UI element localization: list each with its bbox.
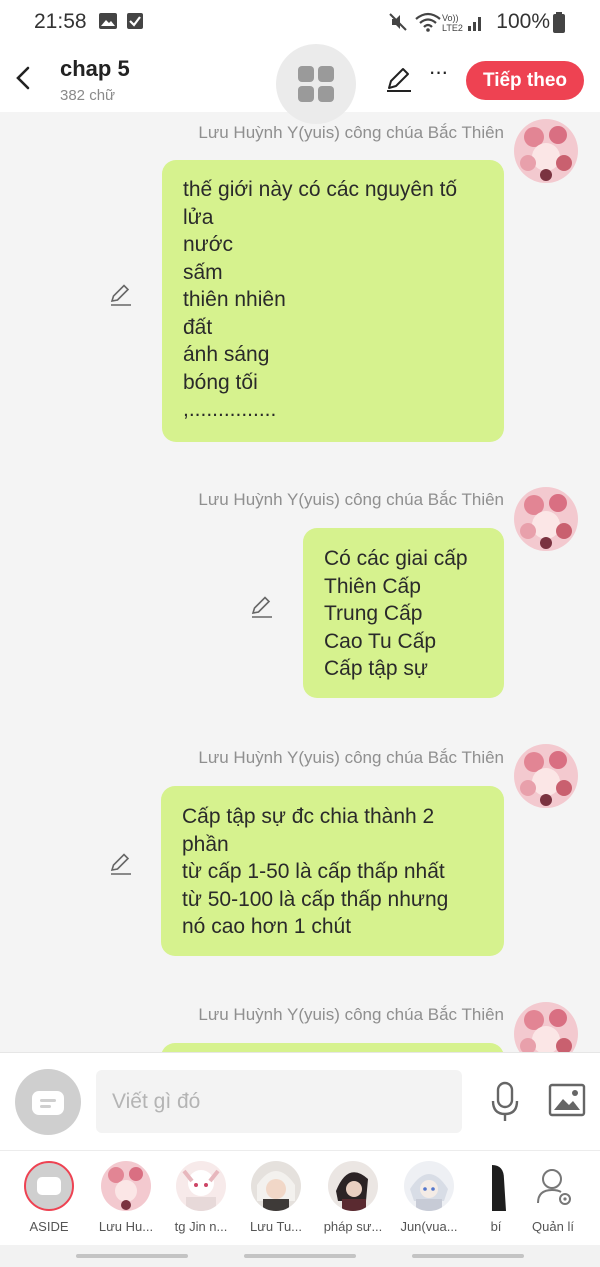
character-label: Quản lí — [532, 1219, 574, 1234]
avatar — [101, 1161, 151, 1211]
edit-icon[interactable] — [384, 64, 414, 94]
grid-icon-square — [318, 86, 334, 102]
avatar — [328, 1161, 378, 1211]
message-bubble — [161, 1043, 504, 1052]
avatar — [176, 1161, 226, 1211]
grid-icon-square — [318, 66, 334, 82]
avatar — [478, 1161, 514, 1211]
battery-icon — [553, 12, 565, 33]
character-label: ASIDE — [29, 1219, 69, 1234]
character-label: bí — [490, 1219, 502, 1234]
character-avatar-image — [514, 744, 578, 808]
grid-icon — [298, 66, 314, 82]
edit-message-icon[interactable] — [249, 593, 275, 619]
avatar[interactable] — [514, 119, 578, 183]
character-item-aside[interactable]: ASIDE — [16, 1161, 82, 1234]
avatar — [404, 1161, 454, 1211]
chapter-title: chap 5 — [60, 56, 130, 81]
avatar[interactable] — [514, 487, 578, 551]
character-item[interactable]: pháp sư... — [320, 1161, 386, 1234]
back-icon[interactable] — [8, 60, 40, 96]
message-author: Lưu Huỳnh Y(yuis) công chúa Bắc Thiên — [198, 490, 504, 509]
wifi-icon — [415, 12, 441, 32]
character-selector: ASIDE Lưu Hu... tg Jin n... Lưu Tu... ph… — [0, 1150, 600, 1245]
grid-icon-square — [298, 86, 314, 102]
microphone-icon[interactable] — [488, 1081, 522, 1123]
avatar[interactable] — [514, 744, 578, 808]
chat-area[interactable]: Lưu Huỳnh Y(yuis) công chúa Bắc Thiên th… — [0, 112, 600, 1052]
svg-text:LTE2: LTE2 — [442, 23, 463, 32]
character-label: Jun(vua... — [400, 1219, 458, 1234]
character-label: Lưu Hu... — [98, 1219, 154, 1234]
character-avatar-image — [514, 487, 578, 551]
image-upload-icon[interactable] — [548, 1083, 586, 1117]
nav-home[interactable] — [244, 1254, 356, 1258]
gallery-notification-icon — [99, 13, 117, 29]
nav-recents[interactable] — [76, 1254, 188, 1258]
message-bubble: Cấp tập sự đc chia thành 2 phần từ cấp 1… — [161, 786, 504, 956]
svg-text:Vo)): Vo)) — [442, 13, 459, 23]
character-avatar-image — [514, 119, 578, 183]
manage-characters-button[interactable]: Quản lí — [520, 1161, 586, 1234]
nav-back[interactable] — [412, 1254, 524, 1258]
more-options-icon[interactable]: ··· — [424, 61, 452, 92]
character-item[interactable]: Lưu Hu... — [93, 1161, 159, 1234]
message-bubble: Có các giai cấp Thiên Cấp Trung Cấp Cao … — [303, 528, 504, 698]
message-bubble: thế giới này có các nguyên tố lửa nước s… — [162, 160, 504, 442]
edit-message-icon[interactable] — [108, 850, 134, 876]
character-label: Lưu Tu... — [249, 1219, 303, 1234]
character-label: tg Jin n... — [174, 1219, 228, 1234]
character-label: pháp sư... — [323, 1219, 383, 1234]
aside-toggle-button[interactable] — [15, 1069, 81, 1135]
message-input[interactable] — [96, 1070, 462, 1133]
checkbox-notification-icon — [127, 13, 143, 29]
message-author: Lưu Huỳnh Y(yuis) công chúa Bắc Thiên — [198, 1005, 504, 1024]
aside-icon — [32, 1091, 64, 1115]
chapter-header: chap 5 382 chữ ··· Tiếp theo — [0, 44, 600, 124]
message-author: Lưu Huỳnh Y(yuis) công chúa Bắc Thiên — [198, 123, 504, 142]
character-item[interactable]: tg Jin n... — [168, 1161, 234, 1234]
next-chapter-button[interactable]: Tiếp theo — [466, 61, 584, 100]
status-time: 21:58 — [34, 10, 87, 33]
message-author: Lưu Huỳnh Y(yuis) công chúa Bắc Thiên — [198, 748, 504, 767]
battery-percent: 100% — [496, 10, 550, 33]
character-avatar-image — [514, 1002, 578, 1052]
avatar[interactable] — [514, 1002, 578, 1052]
compose-bar — [0, 1052, 600, 1150]
aside-avatar — [24, 1161, 74, 1211]
character-item[interactable]: Jun(vua... — [396, 1161, 462, 1234]
edit-message-icon[interactable] — [108, 281, 134, 307]
avatar — [251, 1161, 301, 1211]
character-item[interactable]: bí — [468, 1161, 524, 1234]
status-bar: 21:58 Vo)) LTE2 100% — [0, 0, 600, 44]
manage-user-icon — [537, 1169, 571, 1205]
mute-icon — [389, 13, 407, 31]
system-nav-bar — [0, 1245, 600, 1267]
word-count: 382 chữ — [60, 87, 116, 104]
volte-signal-icon: Vo)) LTE2 — [442, 13, 481, 32]
character-item[interactable]: Lưu Tu... — [243, 1161, 309, 1234]
aside-icon — [37, 1177, 61, 1195]
